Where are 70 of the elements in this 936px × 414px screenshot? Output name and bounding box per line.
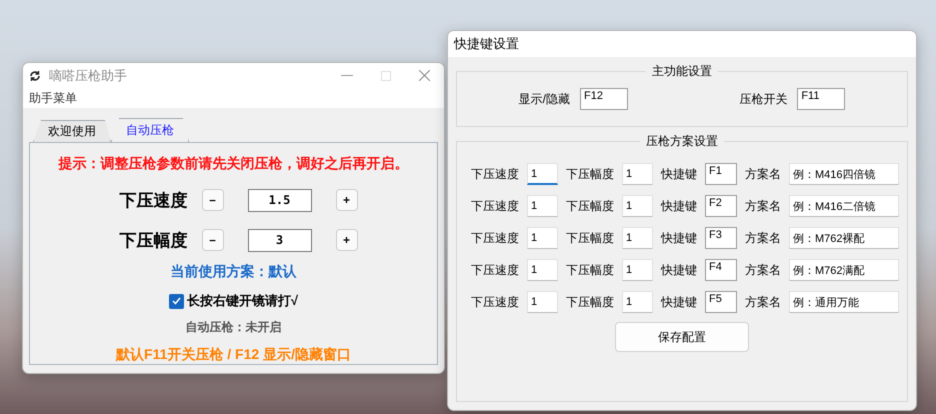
tab[interactable]: 欢迎使用 (33, 120, 111, 142)
stepper-label: 下压幅度 (120, 230, 188, 252)
field-label: 方案名 (745, 198, 781, 214)
field-label: 快捷键 (661, 294, 697, 310)
hotkey-field[interactable]: F12 (580, 88, 628, 110)
hotkey-field[interactable]: F5 (705, 291, 737, 313)
hotkey-field[interactable]: F11 (797, 88, 846, 110)
field-label: 下压幅度 (566, 166, 614, 182)
field-label: 下压速度 (471, 198, 519, 214)
field-label: 下压速度 (471, 262, 519, 278)
plus-button[interactable]: + (336, 189, 358, 211)
minus-button[interactable]: － (202, 229, 224, 251)
input-field[interactable]: 1 (527, 163, 558, 185)
field-label: 显示/隐藏 (518, 90, 570, 108)
field-label: 下压幅度 (566, 294, 614, 310)
minus-button[interactable]: － (202, 189, 224, 211)
input-field[interactable]: 1 (622, 163, 653, 185)
input-field[interactable]: 1 (622, 259, 653, 281)
input-field[interactable]: 例：通用万能 (789, 291, 899, 313)
field-label: 下压速度 (471, 294, 519, 310)
input-field[interactable]: 例：M416二倍镜 (789, 195, 899, 217)
field-label: 快捷键 (661, 166, 697, 182)
value-field[interactable]: 1.5 (248, 188, 312, 212)
field-label: 快捷键 (661, 262, 697, 278)
current-scheme-text: 当前使用方案：默认 (170, 263, 296, 281)
checkmark-icon (172, 297, 181, 305)
input-field[interactable]: 1 (527, 227, 558, 249)
checkbox[interactable] (168, 294, 184, 308)
field-label: 方案名 (745, 166, 781, 182)
field-label: 下压速度 (471, 230, 519, 246)
plus-button[interactable]: + (336, 229, 358, 251)
window-title: 快捷键设置 (454, 35, 520, 53)
refresh-icon (29, 70, 41, 82)
field-label: 快捷键 (661, 198, 697, 214)
hint-text: 提示：调整压枪参数前请先关闭压枪，调好之后再开启。 (58, 155, 408, 173)
field-label: 下压幅度 (566, 230, 614, 246)
input-field[interactable]: 1 (527, 195, 558, 217)
field-label: 压枪开关 (739, 90, 788, 108)
window-title: 嘀嗒压枪助手 (49, 66, 128, 85)
close-icon[interactable] (419, 70, 430, 82)
menu-item[interactable]: 助手菜单 (29, 90, 77, 107)
field-label: 方案名 (745, 294, 781, 310)
hotkey-field[interactable]: F3 (705, 227, 737, 249)
hotkey-field[interactable]: F1 (705, 163, 737, 185)
minimize-icon[interactable] (341, 74, 353, 77)
field-label: 下压速度 (471, 166, 519, 182)
hotkey-field[interactable]: F2 (705, 195, 737, 217)
input-field[interactable]: 1 (622, 195, 653, 217)
group-title: 压枪方案设置 (645, 133, 719, 150)
field-label: 方案名 (745, 230, 781, 246)
hotkey-field[interactable]: F4 (705, 259, 737, 281)
input-field[interactable]: 1 (622, 291, 653, 313)
input-field[interactable]: 1 (527, 259, 558, 281)
save-button[interactable]: 保存配置 (615, 322, 749, 352)
input-field[interactable]: 例：M762满配 (789, 259, 899, 281)
input-field[interactable]: 1 (622, 227, 653, 249)
input-field[interactable]: 例：M762裸配 (789, 227, 899, 249)
checkbox-label: 长按右键开镜请打√ (186, 292, 298, 310)
field-label: 下压幅度 (566, 262, 614, 278)
input-field[interactable]: 例：M416四倍镜 (789, 163, 899, 185)
field-label: 下压幅度 (566, 198, 614, 214)
stepper-label: 下压速度 (120, 190, 188, 212)
value-field[interactable]: 3 (248, 228, 312, 252)
field-label: 方案名 (745, 262, 781, 278)
tab[interactable]: 自动压枪 (111, 118, 189, 142)
field-label: 快捷键 (661, 230, 697, 246)
status-text: 自动压枪：未开启 (186, 319, 282, 336)
group-title: 主功能设置 (651, 63, 713, 80)
footer-text: 默认F11开关压枪 / F12 显示/隐藏窗口 (116, 346, 351, 364)
input-field[interactable]: 1 (527, 291, 558, 313)
